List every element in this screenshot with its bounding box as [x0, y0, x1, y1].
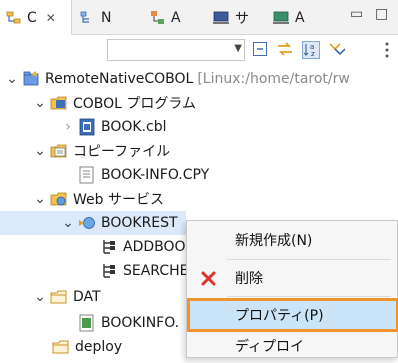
chevron-down-icon[interactable]: ⌄	[62, 215, 74, 231]
tree-item-project[interactable]: ⌄ RemoteNativeCOBOL [Linux:/home/tarot/r…	[0, 67, 398, 91]
tab-application[interactable]: A	[272, 0, 305, 35]
maximize-icon[interactable]: □	[375, 6, 388, 22]
tree-item-book-cbl[interactable]: › BOOK.cbl	[0, 115, 398, 139]
filter-settings-icon[interactable]	[328, 41, 346, 57]
collapse-all-icon[interactable]	[252, 41, 268, 57]
tab-label: N	[101, 9, 112, 26]
chevron-down-icon[interactable]: ⌄	[34, 191, 46, 207]
folder-label: deploy	[75, 339, 123, 355]
copybook-folder-icon	[50, 144, 67, 158]
tab-navigator[interactable]: N	[80, 0, 111, 35]
menu-item-properties[interactable]: プロパティ(P)	[187, 298, 398, 332]
minimize-icon[interactable]: ▭	[350, 6, 363, 22]
server-icon	[213, 11, 229, 24]
operation-icon	[103, 264, 115, 278]
close-tab-icon[interactable]: ✕	[46, 11, 56, 25]
operation-label: SEARCHE	[123, 263, 189, 279]
outline-icon	[151, 10, 164, 24]
tree-item-bookrest[interactable]: ⌄ BOOKREST	[0, 211, 186, 235]
project-location: [Linux:/home/tarot/rw	[197, 71, 350, 87]
operation-label: ADDBOO	[123, 239, 186, 255]
file-label: BOOKINFO.	[101, 315, 180, 331]
menu-item-delete[interactable]: 削除	[187, 261, 398, 295]
tab-label: A	[295, 9, 305, 26]
chevron-down-icon[interactable]: ▼	[234, 43, 242, 54]
file-label: BOOK-INFO.CPY	[101, 167, 210, 183]
folder-icon	[52, 340, 69, 354]
cobol-source-icon	[79, 118, 95, 136]
application-icon	[273, 11, 289, 24]
folder-icon	[50, 290, 67, 304]
folder-label: コピーファイル	[73, 144, 171, 160]
filter-dropdown[interactable]: ▼	[107, 39, 245, 61]
view-menu-icon[interactable]	[384, 41, 390, 59]
chevron-right-icon[interactable]: ›	[62, 119, 74, 135]
tab-outline[interactable]: A	[150, 0, 181, 35]
web-service-folder-icon	[50, 192, 67, 206]
tab-project-explorer[interactable]: C ✕	[0, 0, 72, 35]
service-label: BOOKREST	[101, 215, 178, 231]
folder-label: Web サービス	[73, 192, 164, 208]
chevron-down-icon[interactable]: ⌄	[34, 95, 46, 111]
chevron-down-icon[interactable]: ⌄	[6, 71, 18, 87]
chevron-down-icon[interactable]: ⌄	[34, 289, 46, 305]
menu-item-label: ディプロイ	[235, 339, 305, 355]
folder-label: COBOL プログラム	[73, 96, 197, 112]
tab-label: サ	[235, 10, 249, 27]
tab-label: A	[171, 9, 181, 26]
project-name: RemoteNativeCOBOL	[45, 71, 194, 87]
project-explorer-icon	[6, 11, 21, 23]
tab-servers[interactable]: サ	[212, 0, 249, 35]
menu-item-label: 新規作成(N)	[235, 233, 313, 249]
copybook-file-icon	[79, 166, 94, 184]
menu-item-new[interactable]: 新規作成(N)	[187, 223, 398, 257]
tree-item-copy-files[interactable]: ⌄ コピーファイル	[0, 139, 398, 163]
view-toolbar: ▼ a z	[0, 35, 398, 67]
menu-item-label: プロパティ(P)	[235, 308, 324, 324]
tree-item-web-services[interactable]: ⌄ Web サービス	[0, 187, 398, 211]
file-label: BOOK.cbl	[101, 119, 167, 135]
tree-item-cobol-programs[interactable]: ⌄ COBOL プログラム	[0, 91, 398, 115]
operation-icon	[103, 240, 115, 254]
chevron-down-icon[interactable]: ⌄	[34, 143, 46, 159]
data-file-icon	[79, 314, 94, 332]
cobol-project-icon	[23, 71, 39, 86]
folder-label: DAT	[73, 289, 101, 305]
tab-label: C	[27, 9, 37, 26]
svg-text:z: z	[311, 50, 315, 58]
navigator-icon	[80, 11, 89, 23]
menu-item-label: 削除	[235, 271, 263, 287]
cobol-folder-icon	[50, 96, 67, 110]
tree-item-book-info-cpy[interactable]: BOOK-INFO.CPY	[0, 163, 398, 187]
sort-az-icon[interactable]: a z	[302, 41, 320, 59]
view-tab-bar: C ✕ N A サ A ▭ □	[0, 0, 398, 35]
menu-separator	[227, 259, 391, 260]
delete-x-icon	[201, 271, 216, 286]
link-with-editor-icon[interactable]	[276, 41, 294, 57]
menu-separator	[227, 296, 391, 297]
rest-service-icon	[79, 217, 95, 229]
context-menu: 新規作成(N) 削除 プロパティ(P) ディプロイ	[186, 220, 398, 358]
